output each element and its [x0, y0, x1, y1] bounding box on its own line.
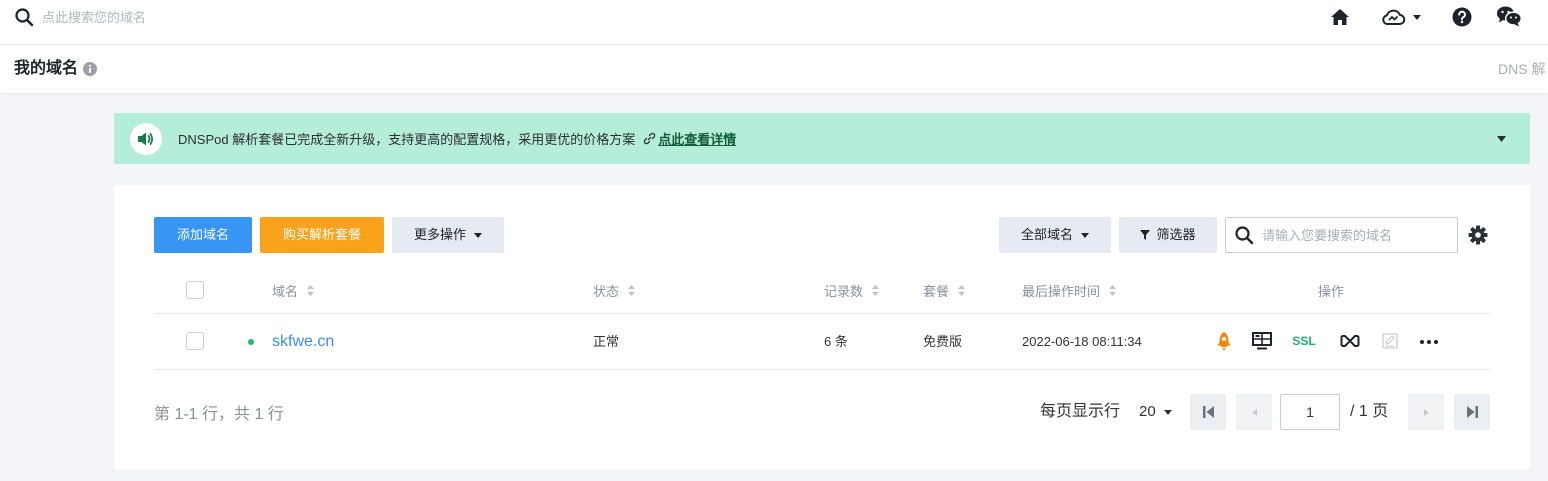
buy-package-button[interactable]: 购买解析套餐: [260, 217, 384, 253]
notice-details-link[interactable]: 点此查看详情: [658, 129, 736, 148]
speaker-icon: [130, 123, 162, 155]
column-label: 套餐: [923, 283, 950, 299]
search-icon[interactable]: [1234, 225, 1254, 245]
wechat-icon[interactable]: [1496, 5, 1522, 27]
infinity-icon[interactable]: [1340, 334, 1360, 348]
package-cell: 免费版: [923, 334, 963, 349]
link-icon: [643, 132, 656, 145]
column-label: 最后操作时间: [1022, 283, 1101, 299]
ssl-icon[interactable]: SSL: [1290, 314, 1318, 369]
next-page-icon: [1423, 408, 1429, 416]
domain-search-input[interactable]: [1260, 224, 1450, 246]
status-cell: 正常: [593, 334, 620, 349]
column-header-package[interactable]: 套餐: [923, 267, 966, 313]
notice-banner: DNSPod 解析套餐已完成全新升级，支持更高的配置规格，采用更优的价格方案 点…: [114, 113, 1530, 164]
all-domains-label: 全部域名: [1020, 227, 1073, 242]
more-icon[interactable]: [1420, 340, 1438, 344]
more-actions-button[interactable]: 更多操作: [392, 217, 504, 253]
row-checkbox[interactable]: [186, 332, 204, 350]
column-header-records[interactable]: 记录数: [824, 267, 880, 313]
all-domains-dropdown[interactable]: 全部域名: [999, 217, 1111, 253]
table-header: 域名 状态 记录数 套餐 最后操作时间 操作: [154, 267, 1490, 314]
home-icon[interactable]: [1330, 8, 1350, 26]
last-page-icon: [1466, 406, 1478, 418]
column-label: 记录数: [824, 283, 864, 299]
caret-down-icon: [1081, 232, 1089, 238]
domain-search-box: [1225, 217, 1458, 253]
gear-icon[interactable]: [1468, 225, 1488, 245]
caret-down-icon[interactable]: [1497, 136, 1506, 142]
per-page-label: 每页显示行: [1040, 403, 1121, 420]
caret-down-icon: [474, 232, 482, 238]
more-actions-label: 更多操作: [413, 227, 466, 242]
monitor-icon[interactable]: [1252, 332, 1272, 350]
domain-table: 域名 状态 记录数 套餐 最后操作时间 操作 skfwe.cn 正常 6 条 免…: [154, 267, 1490, 370]
status-dot: [248, 339, 254, 345]
sort-icon[interactable]: [307, 284, 315, 296]
prev-page-icon: [1251, 408, 1257, 416]
add-domain-button[interactable]: 添加域名: [154, 217, 252, 253]
select-all-checkbox[interactable]: [186, 281, 204, 299]
filter-button[interactable]: 筛选器: [1119, 217, 1217, 253]
sort-icon[interactable]: [1109, 284, 1117, 296]
pagination-summary: 第 1-1 行，共 1 行: [154, 406, 284, 423]
prev-page-button[interactable]: [1236, 394, 1272, 430]
column-label: 操作: [1318, 283, 1345, 299]
first-page-icon: [1202, 406, 1214, 418]
column-header-domain[interactable]: 域名: [272, 267, 315, 313]
filter-label: 筛选器: [1156, 227, 1196, 242]
column-header-last-modified[interactable]: 最后操作时间: [1022, 267, 1117, 313]
help-icon[interactable]: [1452, 7, 1472, 27]
tab-dns[interactable]: DNS 解: [1498, 45, 1545, 93]
last-page-button[interactable]: [1454, 394, 1490, 430]
sort-icon[interactable]: [958, 284, 966, 296]
table-row: skfwe.cn 正常 6 条 免费版 2022-06-18 08:11:34 …: [154, 314, 1490, 370]
rocket-icon[interactable]: [1215, 331, 1233, 351]
domain-link[interactable]: skfwe.cn: [272, 314, 334, 369]
last-modified-cell: 2022-06-18 08:11:34: [1022, 334, 1142, 349]
notice-text: DNSPod 解析套餐已完成全新升级，支持更高的配置规格，采用更优的价格方案: [178, 132, 636, 147]
next-page-button[interactable]: [1408, 394, 1444, 430]
info-icon[interactable]: [83, 62, 97, 76]
records-cell: 6 条: [824, 334, 848, 349]
search-icon[interactable]: [14, 7, 34, 27]
per-page-select[interactable]: 20: [1139, 394, 1156, 430]
page-header: 我的域名 DNS 解: [0, 45, 1548, 93]
column-header-actions: 操作: [1318, 267, 1344, 313]
notice-content: DNSPod 解析套餐已完成全新升级，支持更高的配置规格，采用更优的价格方案 点…: [178, 113, 736, 164]
chevron-down-icon[interactable]: [1413, 15, 1421, 20]
filter-icon: [1140, 230, 1151, 240]
page-title: 我的域名: [14, 60, 79, 77]
column-label: 域名: [272, 283, 299, 299]
total-pages-label: / 1 页: [1350, 403, 1389, 420]
sort-icon[interactable]: [872, 284, 880, 296]
edit-note-icon: [1382, 333, 1398, 349]
column-header-status[interactable]: 状态: [593, 267, 636, 313]
top-bar: [0, 0, 1548, 45]
domain-list-card: 添加域名 购买解析套餐 更多操作 全部域名 筛选器 域名 状态: [114, 185, 1530, 470]
global-search-input[interactable]: [40, 6, 360, 28]
cloud-icon[interactable]: [1380, 7, 1406, 27]
column-label: 状态: [593, 283, 620, 299]
page-number-input[interactable]: [1280, 394, 1340, 430]
sort-icon[interactable]: [628, 284, 636, 296]
caret-down-icon[interactable]: [1164, 410, 1172, 415]
first-page-button[interactable]: [1190, 394, 1226, 430]
